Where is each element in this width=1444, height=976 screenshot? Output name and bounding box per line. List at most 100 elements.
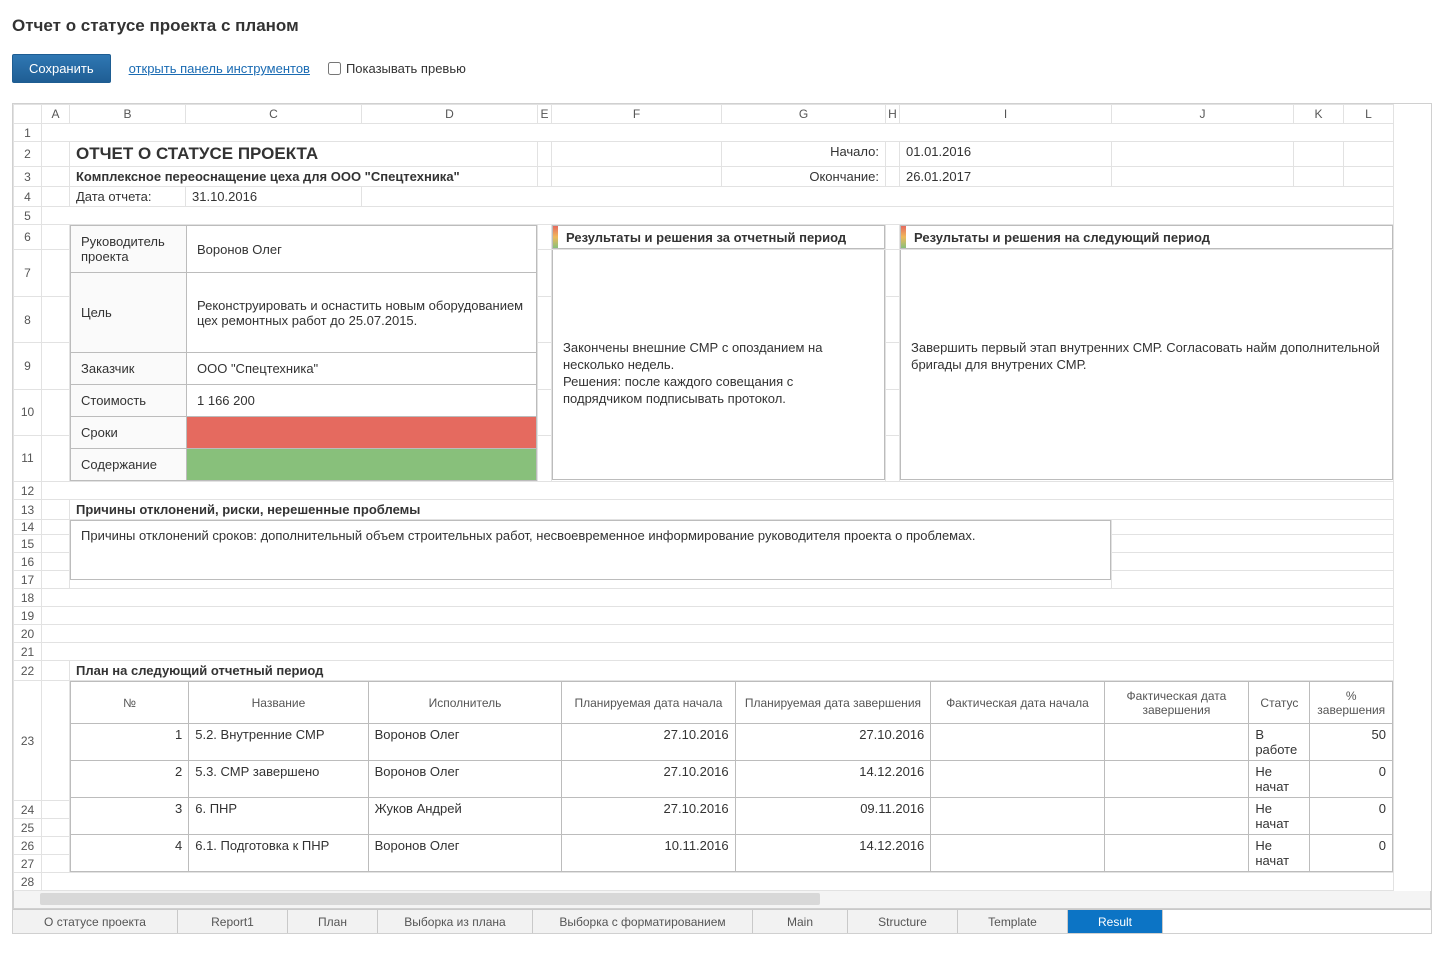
col-H[interactable]: H — [886, 105, 900, 124]
th-num: № — [71, 682, 189, 724]
row-header[interactable]: 1 — [14, 124, 42, 142]
row-header[interactable]: 15 — [14, 535, 42, 553]
row-header[interactable]: 11 — [14, 435, 42, 481]
col-I[interactable]: I — [900, 105, 1112, 124]
cell-pct: 0 — [1310, 761, 1393, 798]
col-C[interactable]: C — [186, 105, 362, 124]
row-header[interactable]: 12 — [14, 482, 42, 500]
open-tools-link[interactable]: открыть панель инструментов — [129, 61, 310, 76]
customer-value: ООО "Спецтехника" — [187, 353, 537, 385]
cell-name: 5.3. СМР завершено — [189, 761, 368, 798]
row-header[interactable]: 14 — [14, 520, 42, 535]
cell-name: 5.2. Внутренние СМР — [189, 724, 368, 761]
row-header[interactable]: 23 — [14, 681, 42, 801]
row-header[interactable]: 24 — [14, 801, 42, 819]
column-headers[interactable]: A B C D E F G H I J K L — [14, 105, 1394, 124]
row-header[interactable]: 16 — [14, 553, 42, 571]
sheet-tabs: О статусе проекта Report1 План Выборка и… — [13, 909, 1431, 933]
start-label: Начало: — [722, 142, 885, 161]
results-next-title: Результаты и решения на следующий период — [906, 230, 1210, 245]
row-header[interactable]: 26 — [14, 837, 42, 855]
plan-table: № Название Исполнитель Планируемая дата … — [70, 681, 1393, 872]
row-header[interactable]: 6 — [14, 225, 42, 250]
col-D[interactable]: D — [362, 105, 538, 124]
row-header[interactable]: 17 — [14, 571, 42, 589]
row-header[interactable]: 3 — [14, 167, 42, 187]
tab[interactable]: Main — [753, 910, 848, 933]
row-header[interactable]: 5 — [14, 207, 42, 225]
col-L[interactable]: L — [1344, 105, 1394, 124]
row-header[interactable]: 27 — [14, 855, 42, 873]
row-header[interactable]: 4 — [14, 187, 42, 207]
table-row[interactable]: 46.1. Подготовка к ПНРВоронов Олег10.11.… — [71, 835, 1393, 872]
tab[interactable]: Выборка из плана — [378, 910, 533, 933]
row-header[interactable]: 2 — [14, 142, 42, 167]
row-header[interactable]: 19 — [14, 607, 42, 625]
table-row[interactable]: 25.3. СМР завершеноВоронов Олег27.10.201… — [71, 761, 1393, 798]
cell-exec: Воронов Олег — [368, 835, 562, 872]
cell-fact-end — [1104, 798, 1249, 835]
cell-num: 2 — [71, 761, 189, 798]
col-F[interactable]: F — [552, 105, 722, 124]
results-period-title: Результаты и решения за отчетный период — [558, 230, 846, 245]
cell-plan-end: 27.10.2016 — [735, 724, 931, 761]
show-preview-checkbox[interactable]: Показывать превью — [328, 61, 466, 76]
cell-status: Не начат — [1249, 798, 1310, 835]
cell-exec: Воронов Олег — [368, 761, 562, 798]
col-B[interactable]: B — [70, 105, 186, 124]
row-header[interactable]: 28 — [14, 873, 42, 891]
th-fact-start: Фактическая дата начала — [931, 682, 1104, 724]
report-date-value: 31.10.2016 — [186, 187, 361, 206]
row-header[interactable]: 8 — [14, 297, 42, 343]
end-label: Окончание: — [722, 167, 885, 186]
start-value: 01.01.2016 — [900, 142, 1111, 161]
cell-exec: Воронов Олег — [368, 724, 562, 761]
cell-status: Не начат — [1249, 835, 1310, 872]
row-header[interactable]: 21 — [14, 643, 42, 661]
row-header[interactable]: 9 — [14, 343, 42, 389]
table-row[interactable]: 36. ПНРЖуков Андрей27.10.201609.11.2016Н… — [71, 798, 1393, 835]
tab[interactable]: Template — [958, 910, 1068, 933]
spreadsheet-grid[interactable]: A B C D E F G H I J K L 1 2 ОТЧЕТ О СТАТ… — [12, 103, 1432, 934]
col-K[interactable]: K — [1294, 105, 1344, 124]
cell-fact-start — [931, 835, 1104, 872]
col-A[interactable]: A — [42, 105, 70, 124]
cell-num: 3 — [71, 798, 189, 835]
report-date-label: Дата отчета: — [70, 187, 185, 206]
save-button[interactable]: Сохранить — [12, 54, 111, 83]
row-header[interactable]: 7 — [14, 250, 42, 297]
deviation-title: Причины отклонений, риски, нерешенные пр… — [70, 500, 1393, 519]
tab[interactable]: Report1 — [178, 910, 288, 933]
col-J[interactable]: J — [1112, 105, 1294, 124]
cell-plan-end: 14.12.2016 — [735, 761, 931, 798]
tab[interactable]: Выборка с форматированием — [533, 910, 753, 933]
th-fact-end: Фактическая дата завершения — [1104, 682, 1249, 724]
scope-label: Содержание — [71, 449, 187, 481]
th-name: Название — [189, 682, 368, 724]
cell-pct: 0 — [1310, 835, 1393, 872]
col-G[interactable]: G — [722, 105, 886, 124]
table-row[interactable]: 15.2. Внутренние СМРВоронов Олег27.10.20… — [71, 724, 1393, 761]
results-period-box: Закончены внешние СМР с опозданием на не… — [552, 250, 885, 480]
tab[interactable]: План — [288, 910, 378, 933]
row-header[interactable]: 25 — [14, 819, 42, 837]
tab[interactable]: О статусе проекта — [13, 910, 178, 933]
show-preview-input[interactable] — [328, 62, 341, 75]
row-header[interactable]: 10 — [14, 389, 42, 435]
row-header[interactable]: 18 — [14, 589, 42, 607]
cell-plan-start: 10.11.2016 — [562, 835, 735, 872]
scrollbar-thumb[interactable] — [40, 893, 820, 905]
tab-active[interactable]: Result — [1068, 910, 1163, 933]
horizontal-scrollbar[interactable] — [13, 891, 1431, 909]
row-header[interactable]: 13 — [14, 500, 42, 520]
cost-label: Стоимость — [71, 385, 187, 417]
row-header[interactable]: 20 — [14, 625, 42, 643]
th-plan-end: Планируемая дата завершения — [735, 682, 931, 724]
row-header[interactable]: 22 — [14, 661, 42, 681]
col-E[interactable]: E — [538, 105, 552, 124]
results-period-header: Результаты и решения за отчетный период — [552, 225, 885, 249]
tab[interactable]: Structure — [848, 910, 958, 933]
cell-plan-start: 27.10.2016 — [562, 798, 735, 835]
show-preview-label: Показывать превью — [346, 61, 466, 76]
results-period-text: Закончены внешние СМР с опозданием на не… — [563, 340, 874, 408]
